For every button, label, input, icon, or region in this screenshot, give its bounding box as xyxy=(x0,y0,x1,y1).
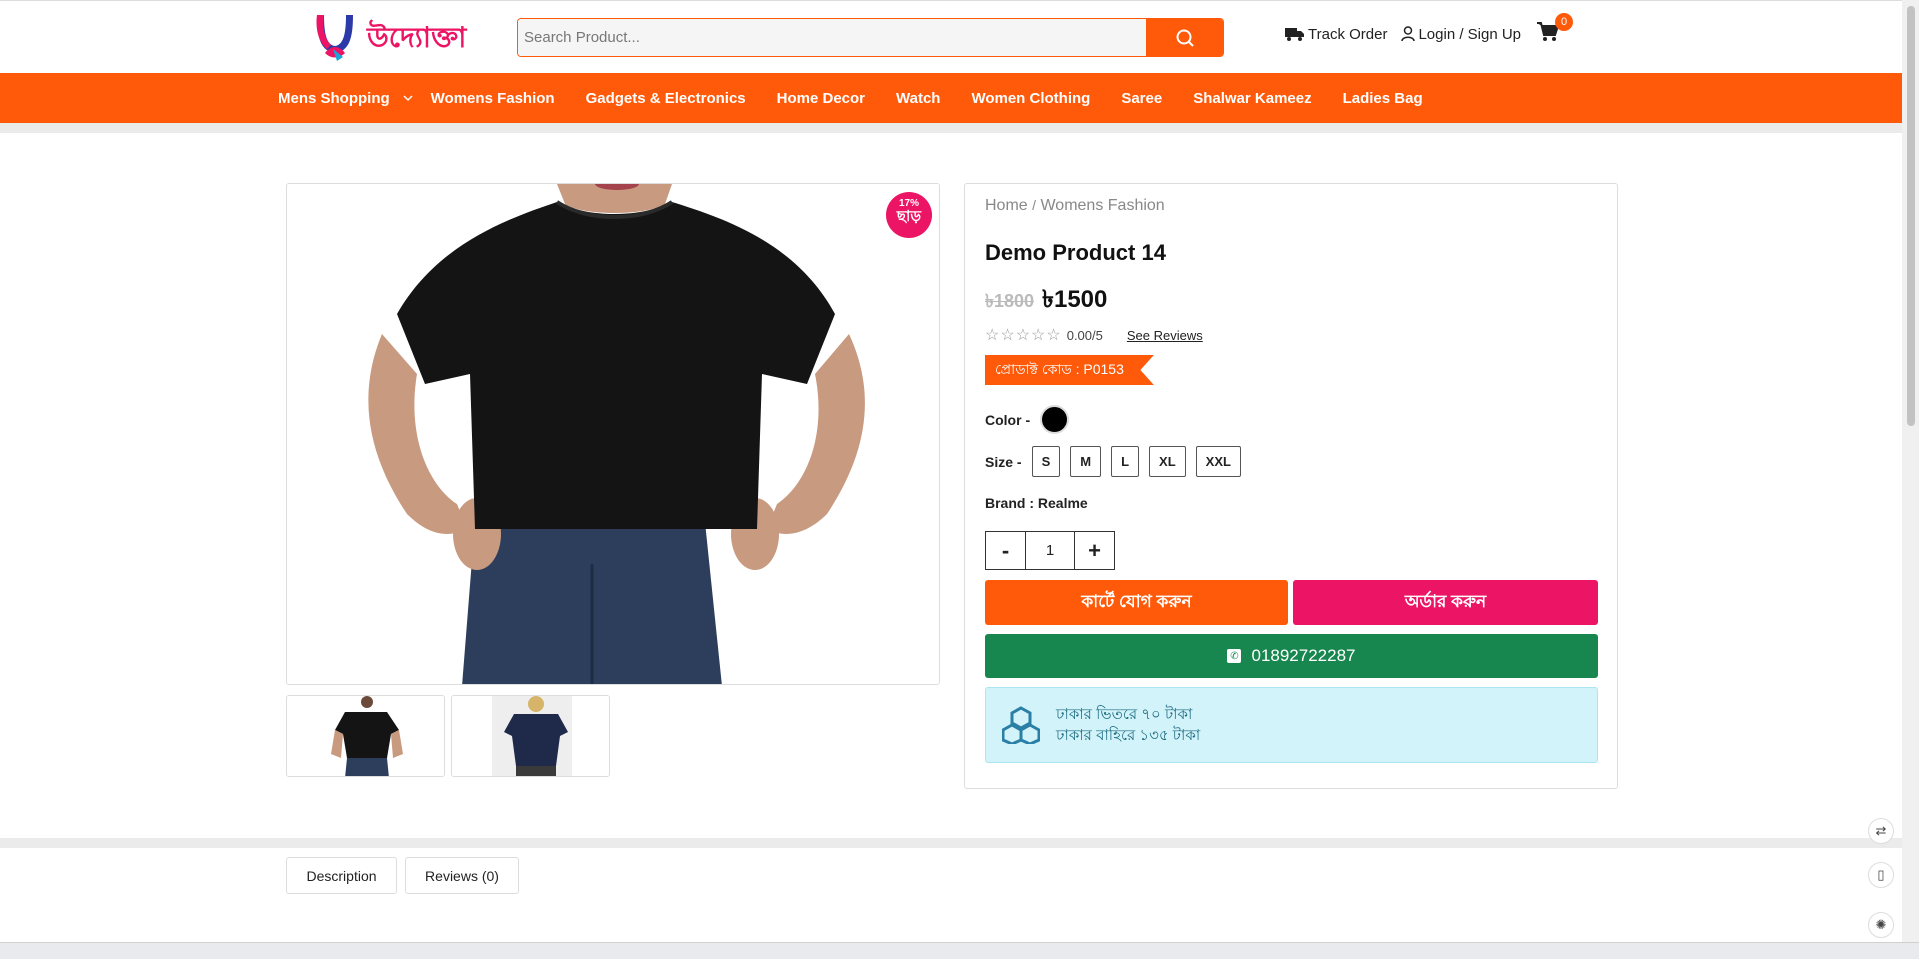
thumbnail-navy[interactable] xyxy=(451,695,610,777)
delivery-info-box: ঢাকার ভিতরে ৭০ টাকা ঢাকার বাহিরে ১৩৫ টাক… xyxy=(985,687,1598,763)
product-info-panel: Home / Womens Fashion Demo Product 14 ৳1… xyxy=(964,183,1618,789)
tab-reviews[interactable]: Reviews (0) xyxy=(405,857,519,894)
nav-item-women-clothing[interactable]: Women Clothing xyxy=(971,90,1090,107)
delivery-outside-dhaka: ঢাকার বাহিরে ১৩৫ টাকা xyxy=(1056,727,1201,744)
brand-label: Brand : Realme xyxy=(985,495,1088,511)
nav-item-watch[interactable]: Watch xyxy=(896,90,940,107)
color-selector: Color - xyxy=(985,405,1070,434)
site-logo[interactable]: উদ্যোক্তা xyxy=(313,9,478,65)
search-input[interactable] xyxy=(518,19,1146,56)
product-photo xyxy=(287,184,939,684)
call-button[interactable]: ✆ 01892722287 xyxy=(985,634,1598,678)
page-scrollbar[interactable] xyxy=(1902,0,1919,942)
boxes-icon xyxy=(1002,706,1040,744)
assistant-icon[interactable]: ✺ xyxy=(1868,912,1894,938)
quantity-stepper: - 1 + xyxy=(985,531,1115,570)
breadcrumb-separator: / xyxy=(1032,197,1037,213)
size-option-l[interactable]: L xyxy=(1111,446,1140,477)
logo-text: উদ্যোক্তা xyxy=(366,19,467,54)
tab-description[interactable]: Description xyxy=(286,857,397,894)
login-link[interactable]: Login / Sign Up xyxy=(1401,26,1521,43)
search-icon xyxy=(1176,29,1194,47)
size-option-xxl[interactable]: XXL xyxy=(1195,446,1241,477)
size-option-m[interactable]: M xyxy=(1070,446,1102,477)
os-taskbar xyxy=(0,942,1919,959)
chevron-down-icon xyxy=(403,95,413,102)
rating-row: ☆☆☆☆☆ 0.00/5 See Reviews xyxy=(985,325,1203,345)
user-icon xyxy=(1401,26,1416,42)
product-main-image[interactable] xyxy=(286,183,940,685)
color-label: Color - xyxy=(985,411,1031,428)
nav-item-mens-shopping[interactable]: Mens Shopping xyxy=(278,90,413,107)
nav-item-ladies-bag[interactable]: Ladies Bag xyxy=(1343,90,1423,107)
see-reviews-link[interactable]: See Reviews xyxy=(1127,328,1203,343)
quantity-increase-button[interactable]: + xyxy=(1074,531,1115,570)
add-to-cart-button[interactable]: কার্টে যোগ করুন xyxy=(985,580,1288,625)
nav-item-womens-fashion[interactable]: Womens Fashion xyxy=(431,90,555,107)
nav-item-home-decor[interactable]: Home Decor xyxy=(777,90,865,107)
price-block: ৳1800 ৳1500 xyxy=(985,281,1107,321)
breadcrumb-category[interactable]: Womens Fashion xyxy=(1040,197,1164,214)
search-button[interactable] xyxy=(1146,19,1223,56)
divider xyxy=(0,838,1902,848)
phone-number: 01892722287 xyxy=(1251,646,1356,665)
thumbnail-black[interactable] xyxy=(286,695,445,777)
discount-badge: 17% ছাড় xyxy=(886,192,932,238)
login-label: Login / Sign Up xyxy=(1418,25,1522,43)
size-label: Size - xyxy=(985,453,1022,470)
nav-item-saree[interactable]: Saree xyxy=(1121,90,1162,107)
track-order-label: Track Order xyxy=(1308,25,1388,43)
quantity-input[interactable]: 1 xyxy=(1026,531,1074,570)
discount-percent: 17% xyxy=(898,198,919,209)
product-code-tag: প্রোডাক্ট কোড : P0153 xyxy=(985,355,1154,385)
order-now-button[interactable]: অর্ডার করুন xyxy=(1293,580,1598,625)
size-option-s[interactable]: S xyxy=(1031,446,1061,477)
quantity-decrease-button[interactable]: - xyxy=(985,531,1026,570)
size-selector: Size - S M L XL XXL xyxy=(985,446,1241,477)
delivery-inside-dhaka: ঢাকার ভিতরে ৭০ টাকা xyxy=(1056,706,1193,723)
old-price: ৳1800 xyxy=(985,291,1035,311)
star-rating-icon: ☆☆☆☆☆ xyxy=(985,327,1062,344)
track-order-link[interactable]: Track Order xyxy=(1285,26,1387,43)
top-header: উদ্যোক্তা Track Order Log xyxy=(0,0,1902,73)
size-option-xl[interactable]: XL xyxy=(1149,446,1186,477)
breadcrumb: Home / Womens Fashion xyxy=(985,197,1165,215)
phone-icon: ✆ xyxy=(1227,649,1242,663)
product-title: Demo Product 14 xyxy=(985,240,1166,265)
divider xyxy=(0,123,1902,133)
cart-count-badge: 0 xyxy=(1555,13,1574,31)
reader-icon[interactable]: ▯ xyxy=(1868,862,1894,888)
thumbnail-image xyxy=(452,696,609,776)
discount-label: ছাড় xyxy=(896,208,922,225)
rating-value: 0.00/5 xyxy=(1066,327,1103,343)
cart-button[interactable]: 0 xyxy=(1537,13,1574,46)
color-swatch-black[interactable] xyxy=(1040,405,1070,434)
truck-icon xyxy=(1285,28,1304,41)
scrollbar-thumb[interactable] xyxy=(1907,6,1915,426)
current-price: ৳1500 xyxy=(1042,286,1108,313)
nav-item-gadgets[interactable]: Gadgets & Electronics xyxy=(586,90,746,107)
search-bar xyxy=(517,18,1224,57)
breadcrumb-home[interactable]: Home xyxy=(985,197,1028,214)
thumbnail-image xyxy=(287,696,444,776)
main-nav: Mens Shopping Womens Fashion Gadgets & E… xyxy=(0,73,1902,123)
nav-item-shalwar-kameez[interactable]: Shalwar Kameez xyxy=(1193,90,1311,107)
translate-icon[interactable]: ⇄ xyxy=(1868,818,1894,844)
